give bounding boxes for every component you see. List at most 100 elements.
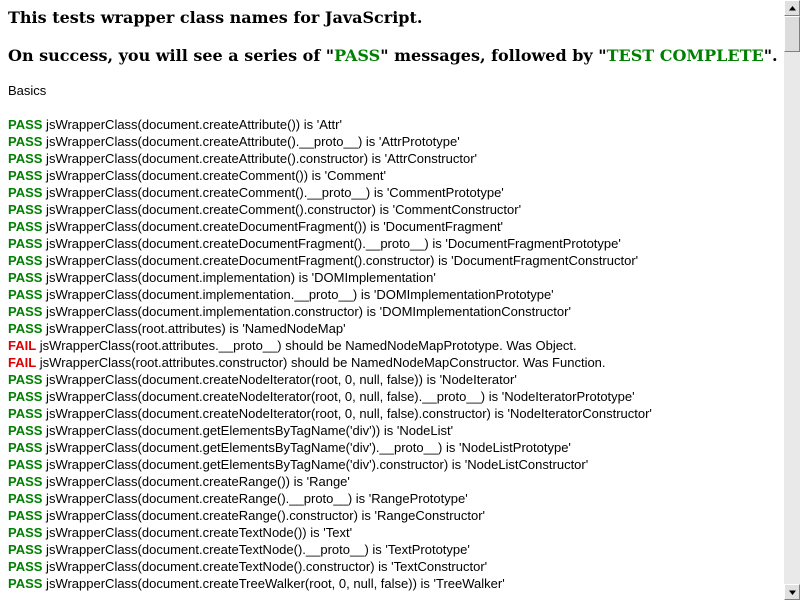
instructions-middle: " messages, followed by " — [380, 46, 607, 65]
result-text: jsWrapperClass(document.createDocumentFr… — [42, 219, 504, 234]
section-title: Basics — [8, 83, 47, 98]
result-text: jsWrapperClass(document.createAttribute(… — [42, 151, 478, 166]
result-status: PASS — [8, 304, 43, 319]
instructions-prefix: On success, you will see a series of " — [8, 46, 335, 65]
result-line: PASS jsWrapperClass(document.implementat… — [8, 303, 784, 320]
result-text: jsWrapperClass(document.createAttribute(… — [42, 134, 460, 149]
result-status: PASS — [8, 202, 43, 217]
result-text: jsWrapperClass(document.createRange().__… — [42, 491, 468, 506]
result-line: PASS jsWrapperClass(document.createTextN… — [8, 558, 784, 575]
result-line: PASS jsWrapperClass(document.createRange… — [8, 507, 784, 524]
result-line: FAIL jsWrapperClass(root.attributes.__pr… — [8, 337, 784, 354]
result-text: jsWrapperClass(document.createNodeIterat… — [42, 372, 517, 387]
result-line: PASS jsWrapperClass(document.createRange… — [8, 473, 784, 490]
result-line: PASS jsWrapperClass(document.createDocum… — [8, 235, 784, 252]
result-status: PASS — [8, 372, 43, 387]
result-text: jsWrapperClass(document.createComment().… — [42, 185, 504, 200]
result-line: PASS jsWrapperClass(document.getElements… — [8, 456, 784, 473]
page-viewport: This tests wrapper class names for JavaS… — [0, 0, 784, 600]
result-status: PASS — [8, 389, 43, 404]
vertical-scrollbar[interactable] — [784, 0, 800, 600]
result-line: PASS jsWrapperClass(document.implementat… — [8, 286, 784, 303]
result-line: PASS jsWrapperClass(document.createTextN… — [8, 541, 784, 558]
result-line: PASS jsWrapperClass(document.implementat… — [8, 269, 784, 286]
result-status: PASS — [8, 491, 43, 506]
scrollbar-thumb[interactable] — [784, 16, 800, 52]
result-status: PASS — [8, 151, 43, 166]
result-text: jsWrapperClass(document.createTextNode()… — [42, 542, 470, 557]
result-line: PASS jsWrapperClass(document.createNodeI… — [8, 388, 784, 405]
result-line: PASS jsWrapperClass(document.createAttri… — [8, 116, 784, 133]
arrow-up-icon — [789, 6, 796, 11]
result-text: jsWrapperClass(document.implementation) … — [42, 270, 436, 285]
page-content: This tests wrapper class names for JavaS… — [8, 8, 784, 592]
result-status: PASS — [8, 542, 43, 557]
result-text: jsWrapperClass(root.attributes) is 'Name… — [42, 321, 346, 336]
result-status: PASS — [8, 219, 43, 234]
result-line: PASS jsWrapperClass(document.createNodeI… — [8, 405, 784, 422]
result-status: PASS — [8, 117, 43, 132]
result-line: PASS jsWrapperClass(document.createDocum… — [8, 218, 784, 235]
result-text: jsWrapperClass(document.createTextNode()… — [42, 525, 353, 540]
result-status: PASS — [8, 474, 43, 489]
result-text: jsWrapperClass(document.getElementsByTag… — [42, 440, 571, 455]
result-status: PASS — [8, 134, 43, 149]
result-status: PASS — [8, 525, 43, 540]
result-text: jsWrapperClass(document.createTextNode()… — [42, 559, 488, 574]
result-line: PASS jsWrapperClass(document.createComme… — [8, 201, 784, 218]
page-heading-instructions: On success, you will see a series of "PA… — [8, 46, 784, 66]
result-status: PASS — [8, 440, 43, 455]
result-text: jsWrapperClass(document.createDocumentFr… — [42, 253, 639, 268]
result-text: jsWrapperClass(document.createComment())… — [42, 168, 386, 183]
result-line: PASS jsWrapperClass(document.getElements… — [8, 439, 784, 456]
result-status: PASS — [8, 270, 43, 285]
result-status: FAIL — [8, 338, 37, 353]
result-line: PASS jsWrapperClass(document.createRange… — [8, 490, 784, 507]
result-text: jsWrapperClass(document.createDocumentFr… — [42, 236, 621, 251]
result-line: FAIL jsWrapperClass(root.attributes.cons… — [8, 354, 784, 371]
result-status: PASS — [8, 508, 43, 523]
result-status: PASS — [8, 423, 43, 438]
result-status: PASS — [8, 457, 43, 472]
result-line: PASS jsWrapperClass(document.createTreeW… — [8, 575, 784, 592]
instructions-suffix: ". — [763, 46, 778, 65]
result-text: jsWrapperClass(document.createNodeIterat… — [42, 406, 652, 421]
result-line: PASS jsWrapperClass(root.attributes) is … — [8, 320, 784, 337]
result-line: PASS jsWrapperClass(document.createDocum… — [8, 252, 784, 269]
result-status: PASS — [8, 185, 43, 200]
result-text: jsWrapperClass(document.implementation.c… — [42, 304, 571, 319]
result-text: jsWrapperClass(document.createAttribute(… — [42, 117, 342, 132]
results-list: PASS jsWrapperClass(document.createAttri… — [8, 116, 784, 592]
result-line: PASS jsWrapperClass(document.createComme… — [8, 184, 784, 201]
result-text: jsWrapperClass(document.createRange()) i… — [42, 474, 350, 489]
scroll-down-button[interactable] — [784, 584, 800, 600]
result-text: jsWrapperClass(document.createRange().co… — [42, 508, 486, 523]
result-line: PASS jsWrapperClass(document.getElements… — [8, 422, 784, 439]
result-text: jsWrapperClass(document.createTreeWalker… — [42, 576, 505, 591]
instructions-pass-word: PASS — [334, 46, 381, 65]
result-status: PASS — [8, 576, 43, 591]
scroll-up-button[interactable] — [784, 0, 800, 16]
result-status: PASS — [8, 406, 43, 421]
result-status: FAIL — [8, 355, 37, 370]
result-status: PASS — [8, 321, 43, 336]
result-line: PASS jsWrapperClass(document.createAttri… — [8, 133, 784, 150]
result-text: jsWrapperClass(document.createComment().… — [42, 202, 522, 217]
result-status: PASS — [8, 287, 43, 302]
result-status: PASS — [8, 559, 43, 574]
result-text: jsWrapperClass(root.attributes.__proto__… — [36, 338, 577, 353]
instructions-complete-word: TEST COMPLETE — [606, 46, 764, 65]
page-heading-description: This tests wrapper class names for JavaS… — [8, 8, 423, 27]
result-status: PASS — [8, 168, 43, 183]
result-line: PASS jsWrapperClass(document.createNodeI… — [8, 371, 784, 388]
result-status: PASS — [8, 253, 43, 268]
result-line: PASS jsWrapperClass(document.createTextN… — [8, 524, 784, 541]
result-text: jsWrapperClass(document.implementation._… — [42, 287, 554, 302]
arrow-down-icon — [789, 590, 796, 595]
result-status: PASS — [8, 236, 43, 251]
result-line: PASS jsWrapperClass(document.createAttri… — [8, 150, 784, 167]
result-line: PASS jsWrapperClass(document.createComme… — [8, 167, 784, 184]
result-text: jsWrapperClass(root.attributes.construct… — [36, 355, 606, 370]
result-text: jsWrapperClass(document.getElementsByTag… — [42, 457, 589, 472]
result-text: jsWrapperClass(document.createNodeIterat… — [42, 389, 635, 404]
